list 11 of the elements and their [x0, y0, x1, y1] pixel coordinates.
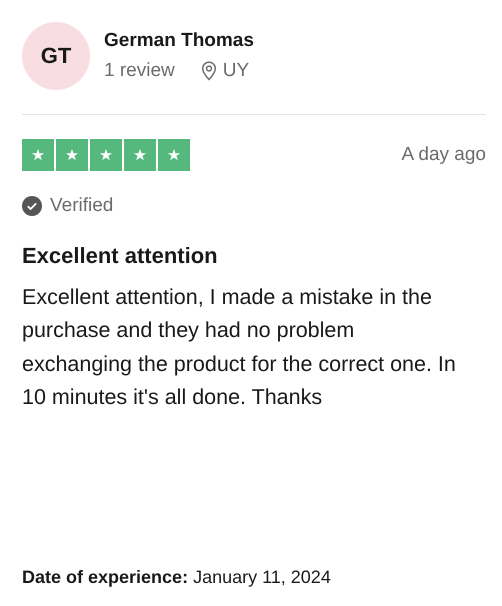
check-icon — [22, 196, 42, 216]
review-text: Excellent attention, I made a mistake in the purchase and they had no problem exchanging the product for the correct one. In 10 minutes it's all done. Thanks — [22, 284, 457, 411]
review-title: Excellent attention — [22, 243, 219, 269]
review-date: A day ago — [401, 144, 486, 166]
reviewer-name[interactable]: German Thomas — [104, 30, 254, 52]
review-count: 1 review — [104, 60, 175, 82]
experience-date: Date of experience: January 11, 2024 — [22, 567, 332, 588]
country: UY — [222, 60, 250, 82]
avatar: GT — [22, 22, 90, 90]
verified-label: Verified — [50, 195, 114, 217]
location-pin-icon — [200, 61, 217, 81]
